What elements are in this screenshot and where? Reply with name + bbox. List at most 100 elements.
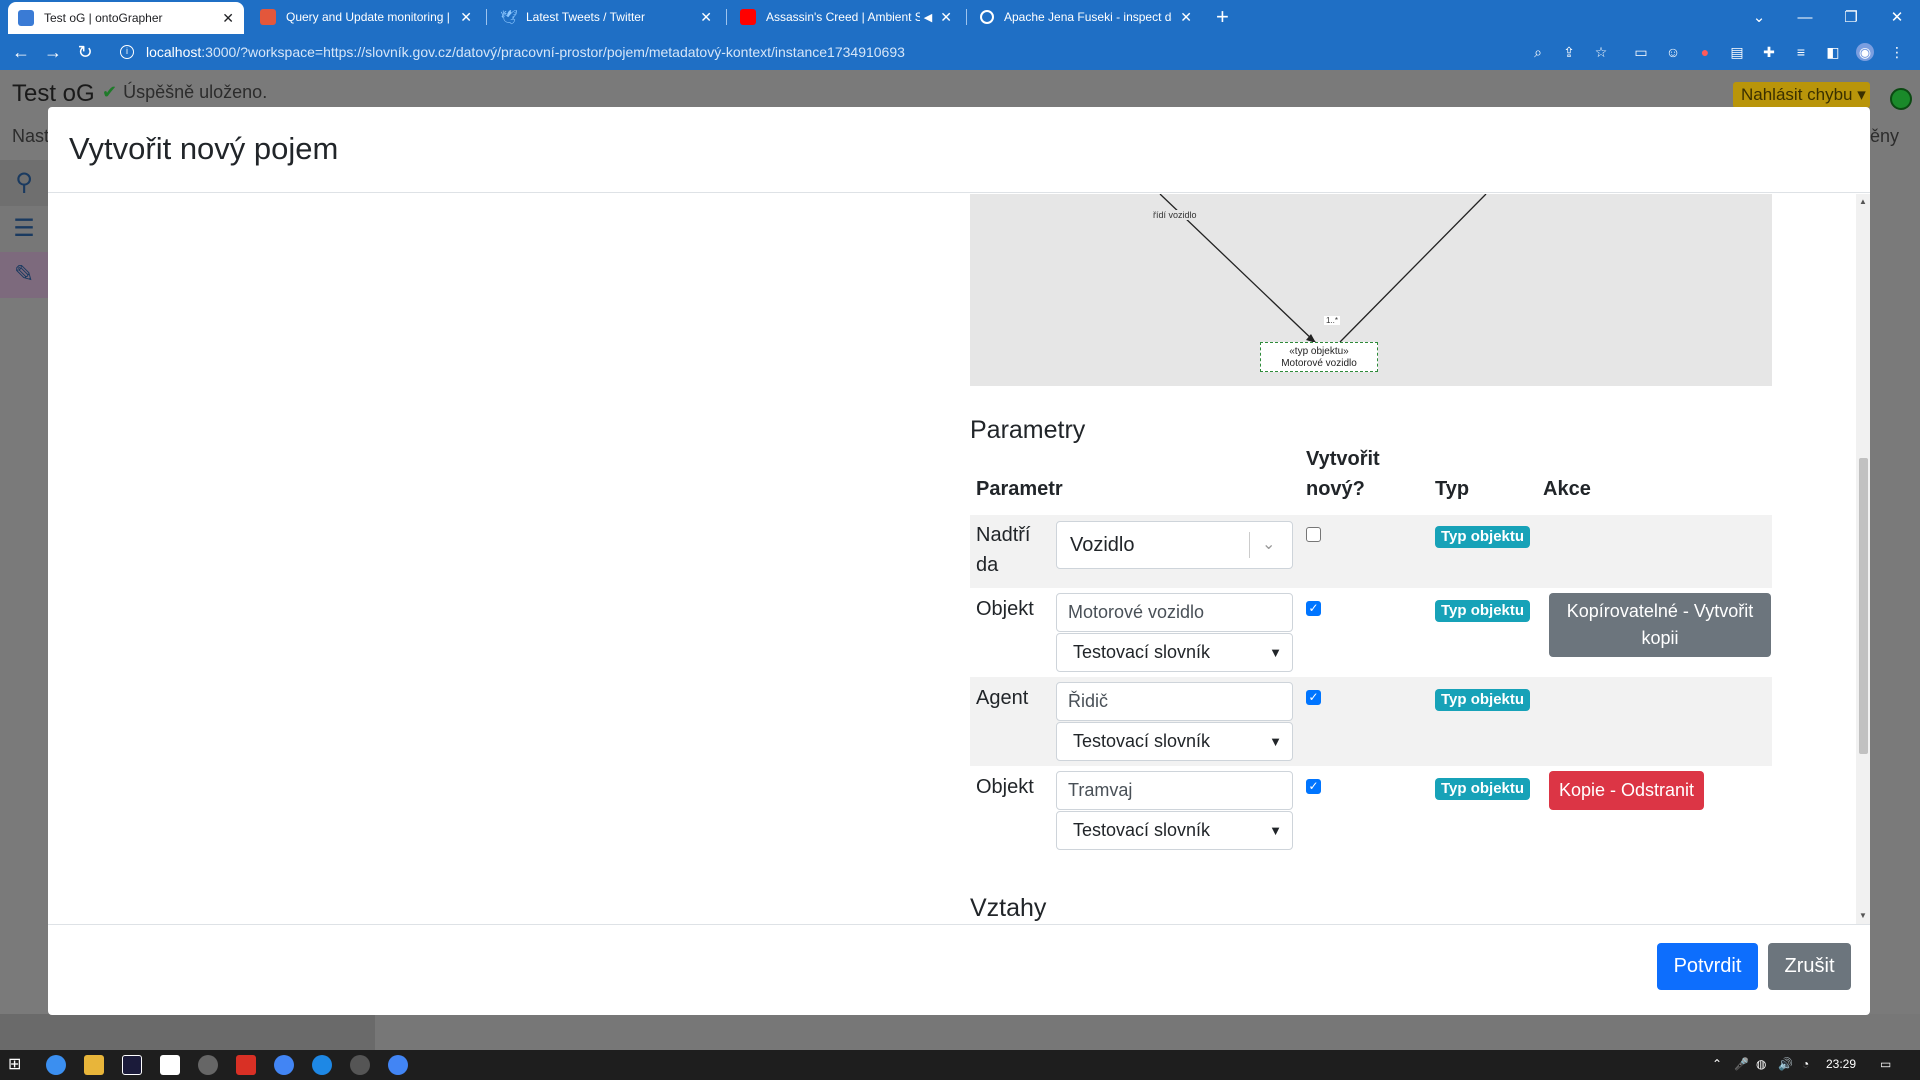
diagram-edge-right: [1339, 194, 1487, 343]
restore-icon[interactable]: ❐: [1828, 0, 1874, 34]
volume-icon[interactable]: 🔊: [1778, 1057, 1793, 1071]
create-new-checkbox[interactable]: ✓: [1306, 690, 1321, 705]
scroll-down-icon[interactable]: ▼: [1858, 911, 1868, 921]
report-bug-button[interactable]: Nahlásit chybu ▾: [1733, 82, 1870, 108]
chrome-dev-icon[interactable]: [388, 1055, 408, 1075]
create-term-modal: Vytvořit nový pojem řídí vozidlo 1..* «t…: [48, 107, 1870, 1015]
diagram-multiplicity: 1..*: [1324, 316, 1341, 325]
extension-ublock-icon[interactable]: ●: [1696, 43, 1714, 61]
term-name-input[interactable]: Tramvaj: [1056, 771, 1293, 810]
tab-query-monitoring[interactable]: Query and Update monitoring | C ✕: [250, 0, 482, 34]
tab-ontographer[interactable]: Test oG | ontoGrapher ✕: [8, 2, 244, 34]
create-new-checkbox[interactable]: [1306, 527, 1321, 542]
superclass-select[interactable]: Vozidlo ⌄: [1056, 521, 1293, 569]
tray-chevron-icon[interactable]: ⌃: [1712, 1057, 1722, 1071]
tab-separator: [726, 9, 727, 25]
share-icon[interactable]: ⇪: [1560, 43, 1578, 61]
type-badge: Typ objektu: [1435, 778, 1531, 800]
chrome-icon[interactable]: [46, 1055, 66, 1075]
side-panel-icon[interactable]: ◧: [1824, 43, 1842, 61]
modal-scrollbar-thumb[interactable]: [1859, 458, 1868, 754]
speaker-icon[interactable]: ◀: [924, 11, 932, 24]
chevron-down-icon[interactable]: ⌄: [1262, 522, 1275, 568]
caret-down-icon: ▾: [1857, 85, 1866, 104]
extensions-puzzle-icon[interactable]: ✚: [1760, 43, 1778, 61]
forward-icon[interactable]: →: [41, 40, 65, 64]
bookmark-star-icon[interactable]: ☆: [1592, 43, 1610, 61]
intellij-icon[interactable]: [122, 1055, 142, 1075]
save-status: ✔ Úspěšně uloženo.: [102, 82, 267, 103]
tab-title: Assassin's Creed | Ambient S: [766, 10, 920, 24]
wifi-icon[interactable]: ◔: [1802, 1057, 1809, 1071]
close-window-icon[interactable]: ✕: [1874, 0, 1920, 34]
pdf-app-icon[interactable]: [236, 1055, 256, 1075]
profile-avatar-icon[interactable]: ◉: [1856, 43, 1874, 61]
close-tab-icon[interactable]: ✕: [940, 9, 952, 26]
term-name-input[interactable]: Řidič: [1056, 682, 1293, 721]
microphone-icon[interactable]: 🎤: [1734, 1057, 1749, 1071]
tab-fuseki[interactable]: Apache Jena Fuseki - inspect dat ✕: [970, 0, 1202, 34]
tab-title: Test oG | ontoGrapher: [44, 11, 163, 25]
browser-toolbar: ← → ↻ i localhost:3000/?workspace=https:…: [0, 34, 1920, 70]
language-icon[interactable]: ◍: [1756, 1057, 1766, 1071]
messenger-icon[interactable]: [312, 1055, 332, 1075]
extension-doc-icon[interactable]: ▤: [1728, 43, 1746, 61]
parameters-heading: Parametry: [970, 416, 1086, 444]
term-name-input[interactable]: Motorové vozidlo: [1056, 593, 1293, 632]
type-badge: Typ objektu: [1435, 600, 1531, 622]
close-tab-icon[interactable]: ✕: [1180, 9, 1192, 26]
reload-icon[interactable]: ↻: [73, 40, 97, 64]
pencil-tool-icon[interactable]: ✎: [0, 252, 48, 298]
site-info-icon[interactable]: i: [120, 45, 134, 59]
tab-twitter[interactable]: 🕊 Latest Tweets / Twitter ✕: [490, 0, 722, 34]
webstorm-icon[interactable]: [160, 1055, 180, 1075]
media-queue-icon[interactable]: ≡: [1792, 43, 1810, 61]
vocabulary-select[interactable]: Testovací slovník ▼: [1056, 811, 1293, 850]
stack-tool-icon[interactable]: ☰: [0, 206, 48, 252]
vocabulary-select[interactable]: Testovací slovník ▼: [1056, 633, 1293, 672]
alien-app-icon[interactable]: [198, 1055, 218, 1075]
tab-search-chevron-icon[interactable]: ⌄: [1736, 0, 1782, 34]
tab-title: Apache Jena Fuseki - inspect dat: [1004, 10, 1173, 24]
cast-icon[interactable]: ▭: [1632, 43, 1650, 61]
new-tab-icon[interactable]: +: [1216, 4, 1229, 30]
confirm-button[interactable]: Potvrdit: [1657, 943, 1758, 990]
extension-face-icon[interactable]: ☺: [1664, 43, 1682, 61]
clock-time[interactable]: 23:29: [1826, 1057, 1856, 1071]
create-new-checkbox[interactable]: ✓: [1306, 601, 1321, 616]
search-tool-icon[interactable]: ⚲: [0, 160, 48, 206]
media-app-icon[interactable]: [350, 1055, 370, 1075]
col-header-create-line2: nový?: [1306, 478, 1365, 500]
back-icon[interactable]: ←: [9, 40, 33, 64]
diagram-preview[interactable]: řídí vozidlo 1..* «typ objektu» Motorové…: [970, 194, 1772, 386]
diagram-node[interactable]: «typ objektu» Motorové vozidlo: [1260, 342, 1378, 372]
tab-youtube[interactable]: Assassin's Creed | Ambient S ◀ ✕: [730, 0, 962, 34]
col-header-action: Akce: [1543, 478, 1591, 500]
param-label-line1: Nadtří: [976, 524, 1031, 546]
chevron-down-icon: ▼: [1269, 645, 1282, 660]
tab-title: Latest Tweets / Twitter: [526, 10, 645, 24]
create-new-checkbox[interactable]: ✓: [1306, 779, 1321, 794]
browser-menu-icon[interactable]: ⋮: [1888, 43, 1906, 61]
close-tab-icon[interactable]: ✕: [700, 9, 712, 26]
app-nav-text: Nast: [12, 126, 50, 146]
copy-remove-button[interactable]: Kopie - Odstranit: [1549, 771, 1704, 810]
chrome-profile-icon[interactable]: [274, 1055, 294, 1075]
address-bar[interactable]: i localhost:3000/?workspace=https://slov…: [110, 37, 1600, 67]
close-tab-icon[interactable]: ✕: [222, 10, 234, 27]
cancel-button[interactable]: Zrušit: [1768, 943, 1851, 990]
zoom-icon[interactable]: ⌕: [1529, 43, 1547, 61]
close-tab-icon[interactable]: ✕: [460, 9, 472, 26]
notifications-icon[interactable]: ▭: [1880, 1057, 1891, 1071]
file-explorer-icon[interactable]: [84, 1055, 104, 1075]
vocabulary-select[interactable]: Testovací slovník ▼: [1056, 722, 1293, 761]
minimize-icon[interactable]: —: [1782, 0, 1828, 34]
windows-start-icon[interactable]: ⊞: [8, 1055, 28, 1075]
diagram-node-name: Motorové vozidlo: [1281, 358, 1357, 369]
diagram-edge-label: řídí vozidlo: [1153, 210, 1197, 220]
chevron-down-icon: ▼: [1269, 734, 1282, 749]
scroll-up-icon[interactable]: ▲: [1858, 197, 1868, 207]
browser-tab-bar: Test oG | ontoGrapher ✕ Query and Update…: [0, 0, 1920, 34]
copy-create-button[interactable]: Kopírovatelné - Vytvořit kopii: [1549, 593, 1771, 657]
app-bottom-panel: [0, 1014, 1920, 1050]
